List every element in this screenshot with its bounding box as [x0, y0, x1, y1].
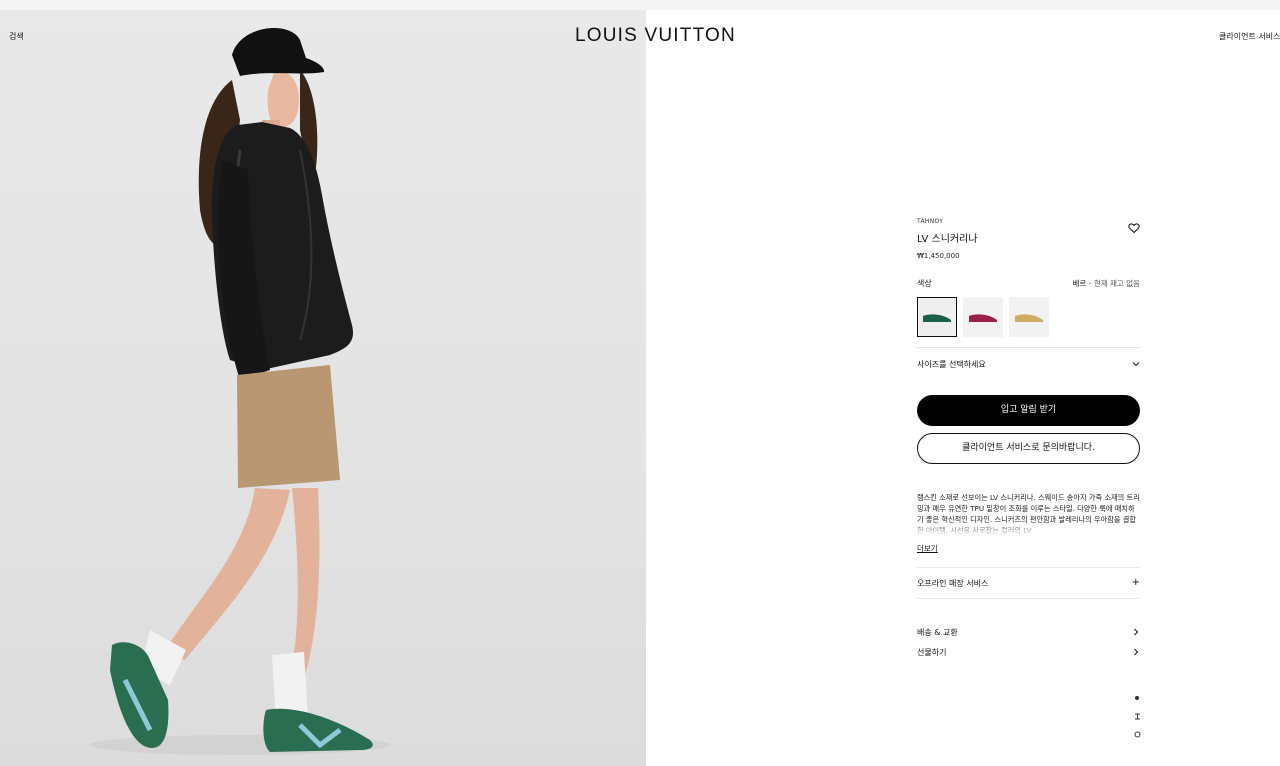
product-description: 램스킨 소재로 선보이는 LV 스니커리나. 스웨이드 송아지 가죽 소재의 트… — [917, 493, 1140, 536]
product-hero-image — [0, 10, 646, 766]
sneaker-green-icon — [923, 314, 951, 322]
swatch-burgundy[interactable] — [963, 297, 1003, 337]
top-strip — [0, 0, 1280, 10]
stock-status: - 현재 재고 없음 — [1088, 279, 1140, 288]
product-panel: TAHNOY LV 스니커리나 ₩1,450,000 색상 베르 - 현재 재고… — [917, 218, 1140, 663]
selected-color: 베르 — [1072, 279, 1087, 288]
brand-logo[interactable]: LOUIS VUITTON — [575, 25, 736, 47]
shipping-label: 배송 & 교환 — [917, 627, 958, 637]
product-price: ₩1,450,000 — [917, 252, 960, 260]
expand-icon[interactable] — [1132, 707, 1142, 725]
color-status: 베르 - 현재 재고 없음 — [1073, 278, 1140, 289]
gift-row[interactable]: 선물하기 — [917, 641, 1140, 663]
size-prompt: 사이즈를 선택하세요 — [917, 359, 986, 369]
plus-icon: + — [1131, 577, 1140, 588]
sneaker-gold-icon — [1015, 314, 1043, 322]
chevron-right-icon — [1134, 628, 1139, 636]
store-service-row[interactable]: 오프라인 매장 서비스 + — [917, 568, 1140, 598]
heart-icon[interactable] — [1128, 219, 1140, 234]
chevron-right-icon — [1134, 648, 1139, 656]
swatch-gold[interactable] — [1009, 297, 1049, 337]
swatch-green[interactable] — [917, 297, 957, 337]
search-link[interactable]: 검색 — [9, 31, 24, 42]
chevron-down-icon — [1132, 362, 1140, 367]
color-row: 색상 베르 - 현재 재고 없음 — [917, 278, 1140, 289]
product-collection: TAHNOY — [917, 218, 944, 225]
contact-client-service-button[interactable]: 클라이언트 서비스로 문의바랍니다. — [917, 433, 1140, 464]
sneaker-burgundy-icon — [969, 314, 997, 322]
client-service-link[interactable]: 클라이언트 서비스 — [1219, 31, 1280, 42]
shipping-row[interactable]: 배송 & 교환 — [917, 623, 1140, 641]
share-icon[interactable] — [1132, 725, 1142, 743]
color-label: 색상 — [917, 279, 932, 288]
store-service-label: 오프라인 매장 서비스 — [917, 578, 989, 588]
product-title-block: TAHNOY LV 스니커리나 ₩1,450,000 — [917, 218, 1140, 260]
model-illustration — [90, 27, 390, 755]
product-name: LV 스니커리나 — [917, 234, 978, 245]
notify-button[interactable]: 입고 알림 받기 — [917, 395, 1140, 426]
side-toolbar — [1132, 689, 1142, 743]
read-more-link[interactable]: 더보기 — [917, 543, 938, 554]
divider — [917, 598, 1140, 599]
size-selector[interactable]: 사이즈를 선택하세요 — [917, 348, 1140, 380]
dot-icon[interactable] — [1132, 689, 1142, 707]
gift-label: 선물하기 — [917, 647, 947, 657]
color-swatches — [917, 297, 1140, 337]
